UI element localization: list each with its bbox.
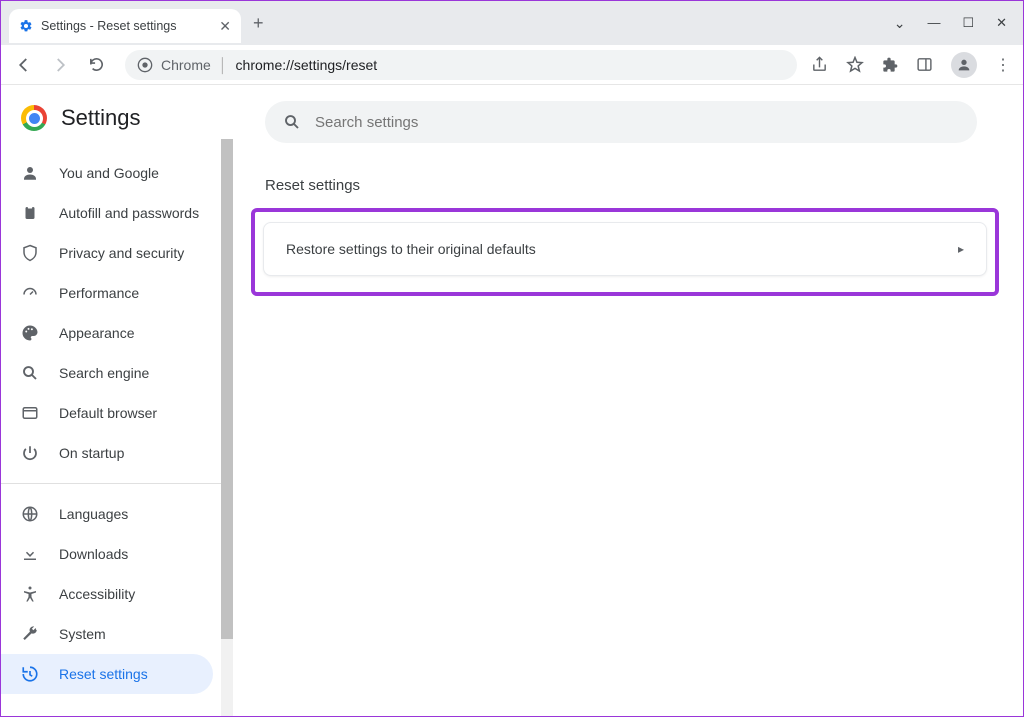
sidebar-item-appearance[interactable]: Appearance xyxy=(1,313,233,353)
reload-button[interactable] xyxy=(85,54,107,76)
person-icon xyxy=(21,164,41,182)
sidebar-item-accessibility[interactable]: Accessibility xyxy=(1,574,233,614)
gear-icon xyxy=(19,19,33,33)
sidebar-item-label: On startup xyxy=(59,445,124,461)
sidebar-header: Settings xyxy=(1,85,233,151)
sidebar-item-system[interactable]: System xyxy=(1,614,233,654)
sidebar-divider xyxy=(1,483,233,484)
side-panel-icon[interactable] xyxy=(916,56,933,73)
chevron-down-icon[interactable]: ⌄ xyxy=(894,15,906,32)
scrollbar-thumb[interactable] xyxy=(221,139,233,639)
sidebar-item-label: Performance xyxy=(59,285,139,301)
sidebar-item-on-startup[interactable]: On startup xyxy=(1,433,233,473)
window-controls: ⌄ — ☐ ✕ xyxy=(894,15,1023,32)
search-input[interactable] xyxy=(315,114,959,131)
chrome-logo-icon xyxy=(21,105,47,131)
sidebar-item-label: You and Google xyxy=(59,165,159,181)
speedometer-icon xyxy=(21,284,41,302)
forward-button[interactable] xyxy=(49,54,71,76)
sidebar-item-performance[interactable]: Performance xyxy=(1,273,233,313)
share-icon[interactable] xyxy=(811,56,828,73)
window-titlebar: Settings - Reset settings ✕ + ⌄ — ☐ ✕ xyxy=(1,1,1023,45)
sidebar-item-label: Search engine xyxy=(59,365,149,381)
sidebar-item-label: Autofill and passwords xyxy=(59,205,199,221)
minimize-button[interactable]: — xyxy=(927,15,940,32)
shield-icon xyxy=(21,244,41,262)
sidebar: Settings You and Google Autofill and pas… xyxy=(1,85,233,716)
url-field[interactable]: Chrome │ chrome://settings/reset xyxy=(125,50,797,80)
search-icon xyxy=(283,113,301,131)
sidebar-item-label: System xyxy=(59,626,106,642)
section-title: Reset settings xyxy=(265,177,999,194)
sidebar-item-label: Privacy and security xyxy=(59,245,184,261)
sidebar-item-label: Default browser xyxy=(59,405,157,421)
sidebar-item-you-and-google[interactable]: You and Google xyxy=(1,153,233,193)
sidebar-item-autofill[interactable]: Autofill and passwords xyxy=(1,193,233,233)
chevron-right-icon: ▸ xyxy=(958,242,964,256)
power-icon xyxy=(21,444,41,462)
sidebar-item-downloads[interactable]: Downloads xyxy=(1,534,233,574)
card-label: Restore settings to their original defau… xyxy=(286,241,536,257)
clipboard-icon xyxy=(21,204,41,222)
main-content: Reset settings Restore settings to their… xyxy=(233,85,1023,716)
back-button[interactable] xyxy=(13,54,35,76)
menu-icon[interactable]: ⋮ xyxy=(995,55,1011,75)
page-title: Settings xyxy=(61,105,141,131)
globe-icon xyxy=(21,505,41,523)
url-scheme: Chrome xyxy=(161,57,211,73)
tab-title: Settings - Reset settings xyxy=(41,19,176,33)
annotation-highlight: Restore settings to their original defau… xyxy=(251,208,999,296)
sidebar-item-default-browser[interactable]: Default browser xyxy=(1,393,233,433)
close-window-button[interactable]: ✕ xyxy=(996,15,1007,32)
new-tab-button[interactable]: + xyxy=(253,13,264,34)
maximize-button[interactable]: ☐ xyxy=(962,15,974,32)
search-icon xyxy=(21,364,41,382)
profile-avatar[interactable] xyxy=(951,52,977,78)
extensions-icon[interactable] xyxy=(882,57,898,73)
download-icon xyxy=(21,545,41,563)
sidebar-item-label: Languages xyxy=(59,506,128,522)
palette-icon xyxy=(21,324,41,342)
sidebar-item-label: Downloads xyxy=(59,546,128,562)
sidebar-item-search-engine[interactable]: Search engine xyxy=(1,353,233,393)
sidebar-item-label: Appearance xyxy=(59,325,135,341)
sidebar-item-reset-settings[interactable]: Reset settings xyxy=(1,654,213,694)
close-tab-icon[interactable]: ✕ xyxy=(219,18,231,35)
wrench-icon xyxy=(21,625,41,643)
browser-tab[interactable]: Settings - Reset settings ✕ xyxy=(9,9,241,43)
sidebar-item-label: Accessibility xyxy=(59,586,135,602)
sidebar-item-privacy[interactable]: Privacy and security xyxy=(1,233,233,273)
url-path: chrome://settings/reset xyxy=(236,57,378,73)
restore-icon xyxy=(21,665,41,683)
sidebar-item-label: Reset settings xyxy=(59,666,148,682)
search-settings[interactable] xyxy=(265,101,977,143)
site-info-icon[interactable] xyxy=(137,57,153,73)
address-bar: Chrome │ chrome://settings/reset ⋮ xyxy=(1,45,1023,85)
sidebar-scrollbar[interactable] xyxy=(221,139,233,716)
bookmark-icon[interactable] xyxy=(846,56,864,74)
url-divider: │ xyxy=(219,57,228,73)
restore-defaults-button[interactable]: Restore settings to their original defau… xyxy=(263,222,987,276)
sidebar-item-languages[interactable]: Languages xyxy=(1,494,233,534)
browser-icon xyxy=(21,404,41,422)
accessibility-icon xyxy=(21,585,41,603)
